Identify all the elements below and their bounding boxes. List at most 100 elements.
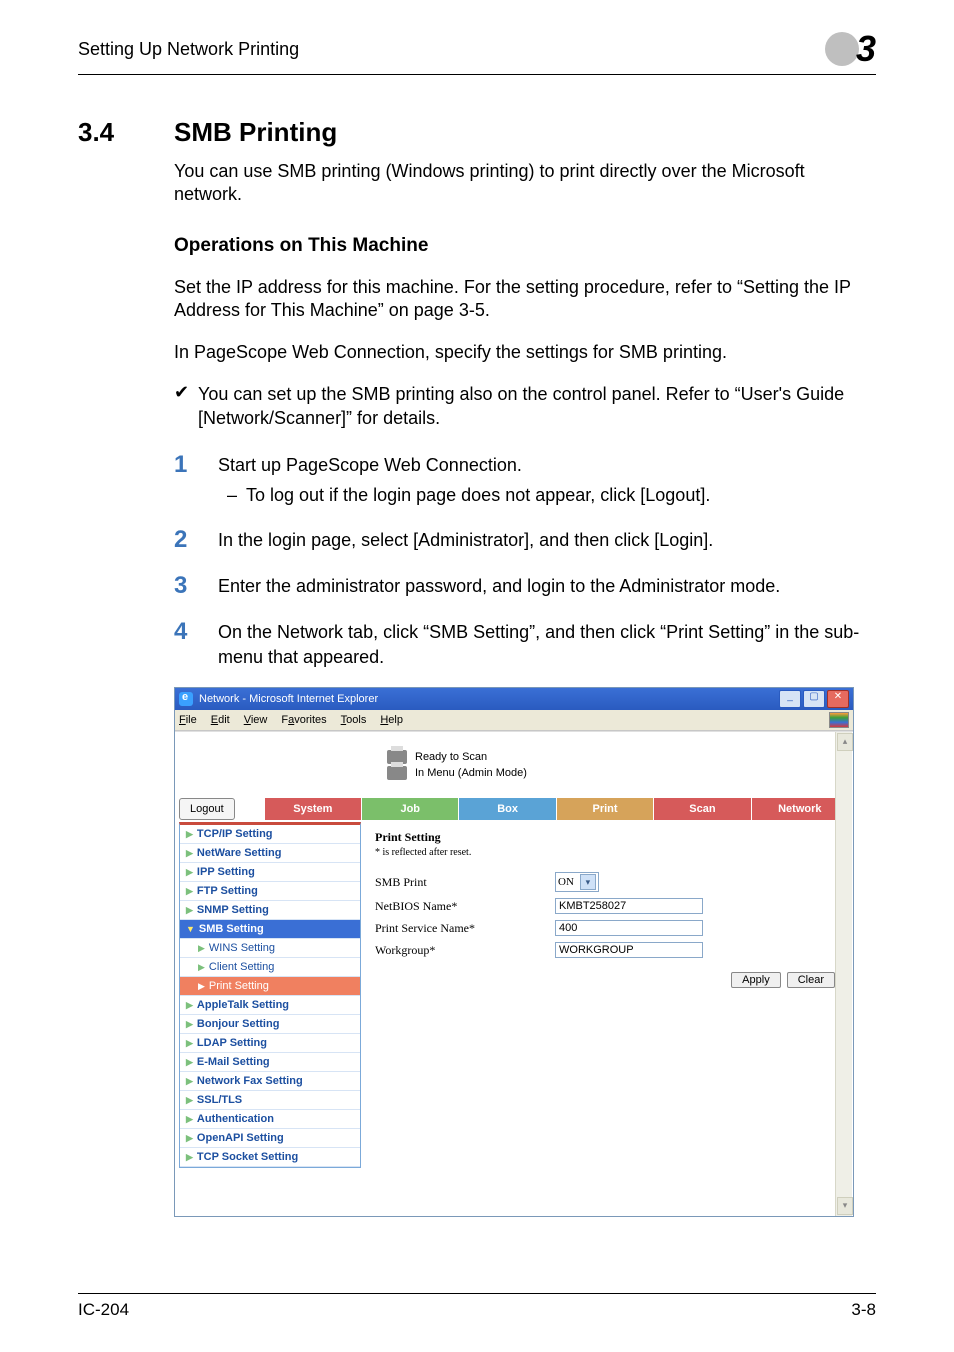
field-workgroup: Workgroup* WORKGROUP [375,942,835,958]
check-text: You can set up the SMB printing also on … [198,382,876,431]
tab-scan[interactable]: Scan [654,798,751,820]
field-netbios: NetBIOS Name* KMBT258027 [375,898,835,914]
triangle-icon: ▶ [186,1038,193,1049]
logout-button[interactable]: Logout [179,798,235,820]
triangle-icon: ▶ [186,1095,193,1106]
triangle-icon: ▶ [186,1019,193,1030]
sidebar-item-snmp[interactable]: ▶SNMP Setting [180,901,360,920]
maximize-button[interactable]: ▢ [803,690,825,708]
sidebar-item-networkfax[interactable]: ▶Network Fax Setting [180,1072,360,1091]
triangle-down-icon: ▼ [186,924,195,934]
pagescope-paragraph: In PageScope Web Connection, specify the… [174,341,876,364]
pane-note: * is reflected after reset. [375,847,835,858]
triangle-icon: ▶ [186,1057,193,1068]
badge-icon [824,31,860,67]
step-text: Start up PageScope Web Connection. [218,453,876,477]
sidebar-item-openapi[interactable]: ▶OpenAPI Setting [180,1129,360,1148]
status-area: Ready to Scan In Menu (Admin Mode) [179,734,849,798]
page-footer: IC-204 3-8 [78,1293,876,1320]
field-label: Workgroup* [375,943,555,958]
footer-right: 3-8 [851,1300,876,1320]
step-4: 4 On the Network tab, click “SMB Setting… [174,620,876,669]
sidebar-item-ftp[interactable]: ▶FTP Setting [180,882,360,901]
scrollbar[interactable]: ▴ ▾ [835,732,852,1216]
sidebar-item-smb[interactable]: ▼SMB Setting [180,920,360,939]
sidebar-item-bonjour[interactable]: ▶Bonjour Setting [180,1015,360,1034]
apply-button[interactable]: Apply [731,972,781,988]
status-ready: Ready to Scan [415,751,487,763]
printer-icon [387,766,407,780]
footer-left: IC-204 [78,1300,129,1320]
print-service-input[interactable]: 400 [555,920,703,936]
sidebar-item-tcpip[interactable]: ▶TCP/IP Setting [180,825,360,844]
section-heading: 3.4 SMB Printing [78,117,876,148]
tab-box[interactable]: Box [459,798,556,820]
sidebar-item-ssltls[interactable]: ▶SSL/TLS [180,1091,360,1110]
scroll-up-icon[interactable]: ▴ [837,733,853,751]
check-icon: ✔ [174,382,198,431]
sidebar-item-tcpsocket[interactable]: ▶TCP Socket Setting [180,1148,360,1167]
nav-tabs-row: Logout System Job Box Print Scan Network [179,798,849,820]
menu-edit[interactable]: Edit [211,714,230,726]
page-header: Setting Up Network Printing 3 [78,28,876,75]
sidebar-sub-print[interactable]: ▶Print Setting [180,977,360,996]
dash-icon: – [218,485,246,506]
pane-title: Print Setting [375,830,835,845]
browser-body: ▴ ▾ Ready to Scan In Menu (Admin Mode) L… [175,731,853,1216]
tab-job[interactable]: Job [362,798,459,820]
ie-logo-icon [829,712,849,728]
chapter-number: 3 [856,28,876,70]
chapter-badge: 3 [824,28,876,70]
menu-file[interactable]: File [179,714,197,726]
sidebar-item-ipp[interactable]: ▶IPP Setting [180,863,360,882]
step-1-sub: – To log out if the login page does not … [218,485,876,506]
tab-print[interactable]: Print [557,798,654,820]
netbios-input[interactable]: KMBT258027 [555,898,703,914]
sidebar-sub-client[interactable]: ▶Client Setting [180,958,360,977]
triangle-icon: ▶ [186,1133,193,1144]
sidebar-item-auth[interactable]: ▶Authentication [180,1110,360,1129]
status-mode: In Menu (Admin Mode) [415,767,527,779]
triangle-icon: ▶ [186,886,193,897]
ie-icon [179,692,193,706]
section-number: 3.4 [78,117,174,148]
sub-step-text: To log out if the login page does not ap… [246,485,710,506]
clear-button[interactable]: Clear [787,972,835,988]
menu-favorites[interactable]: Favorites [281,714,326,726]
sidebar-sub-wins[interactable]: ▶WINS Setting [180,939,360,958]
step-text: In the login page, select [Administrator… [218,528,876,552]
step-text: On the Network tab, click “SMB Setting”,… [218,620,876,669]
field-print-service: Print Service Name* 400 [375,920,835,936]
minimize-button[interactable]: _ [779,690,801,708]
step-2: 2 In the login page, select [Administrat… [174,528,876,552]
sidebar-item-appletalk[interactable]: ▶AppleTalk Setting [180,996,360,1015]
field-label: Print Service Name* [375,921,555,936]
intro-paragraph: You can use SMB printing (Windows printi… [174,160,876,207]
sidebar-item-ldap[interactable]: ▶LDAP Setting [180,1034,360,1053]
triangle-icon: ▶ [186,867,193,878]
triangle-icon: ▶ [186,905,193,916]
screenshot-window: Network - Microsoft Internet Explorer _ … [174,687,854,1217]
triangle-icon: ▶ [186,1114,193,1125]
step-3: 3 Enter the administrator password, and … [174,574,876,598]
chevron-down-icon: ▾ [580,874,596,890]
sidebar-item-netware[interactable]: ▶NetWare Setting [180,844,360,863]
scroll-down-icon[interactable]: ▾ [837,1197,853,1215]
triangle-icon: ▶ [186,848,193,859]
workgroup-input[interactable]: WORKGROUP [555,942,703,958]
triangle-icon: ▶ [198,962,205,973]
sidebar: ▶TCP/IP Setting ▶NetWare Setting ▶IPP Se… [179,822,361,1168]
window-title: Network - Microsoft Internet Explorer [199,693,378,705]
close-button[interactable]: ✕ [827,690,849,708]
triangle-icon: ▶ [198,981,205,992]
sidebar-item-email[interactable]: ▶E-Mail Setting [180,1053,360,1072]
menu-tools[interactable]: Tools [341,714,367,726]
step-number: 4 [174,620,218,644]
menu-help[interactable]: Help [380,714,403,726]
menu-view[interactable]: View [244,714,268,726]
tab-system[interactable]: System [265,798,362,820]
step-text: Enter the administrator password, and lo… [218,574,876,598]
section-title: SMB Printing [174,117,337,148]
step-number: 3 [174,574,218,598]
smb-print-select[interactable]: ON ▾ [555,872,599,892]
